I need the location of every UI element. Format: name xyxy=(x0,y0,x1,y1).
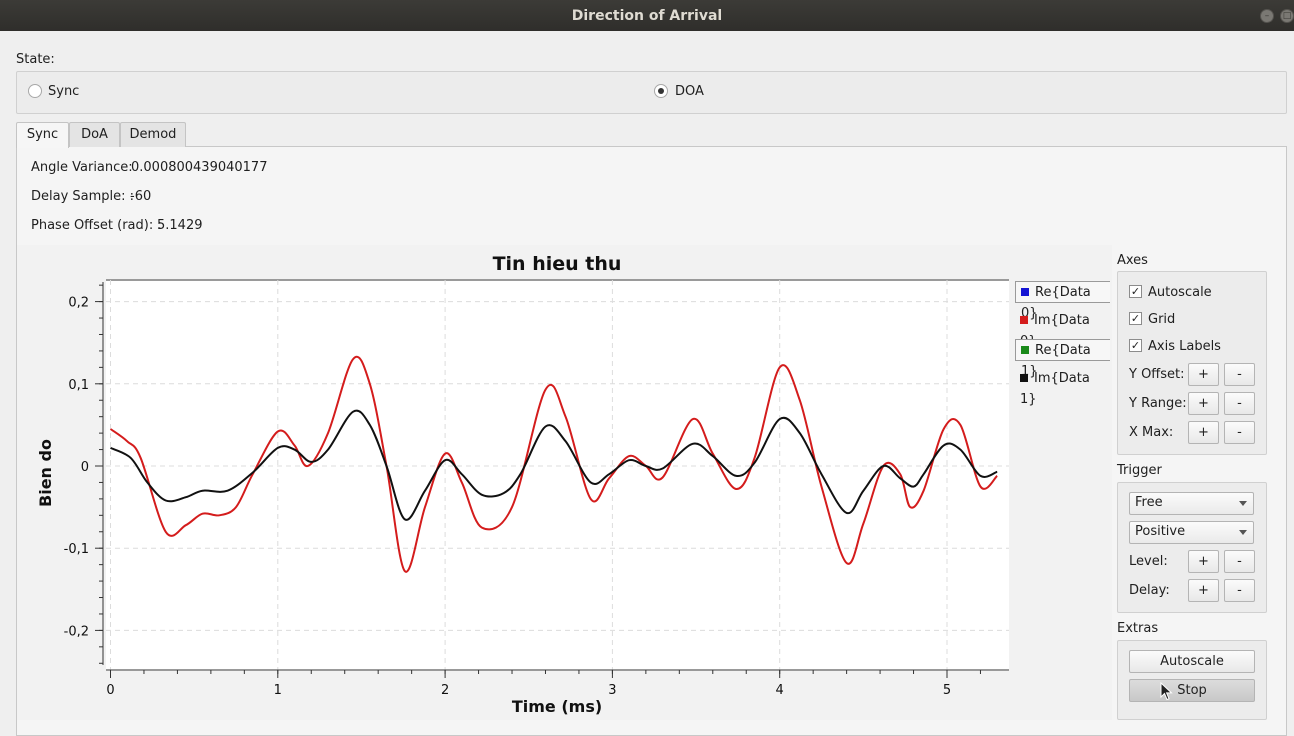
angle-variance-label: Angle Variance: xyxy=(31,160,133,175)
y-range-minus-button[interactable]: - xyxy=(1224,392,1255,415)
extras-panel-title: Extras xyxy=(1117,621,1159,636)
chevron-down-icon xyxy=(1239,501,1247,506)
x-tick-label: 1 xyxy=(274,683,282,698)
y-tick-label: 0,2 xyxy=(68,296,89,311)
trigger-slope-value: Positive xyxy=(1135,524,1186,539)
phase-offset-label: Phase Offset (rad): : xyxy=(31,218,162,233)
y-axis-label: Bien do xyxy=(36,439,55,507)
trigger-level-label: Level: xyxy=(1129,554,1168,569)
trigger-level-minus-button[interactable]: - xyxy=(1224,550,1255,573)
legend-swatch-re-data-0 xyxy=(1021,288,1029,296)
legend-item-im-data-1[interactable]: Im{Data 1} xyxy=(1015,368,1110,407)
axis-labels-checkbox[interactable]: ✓ xyxy=(1129,339,1142,352)
chevron-down-icon xyxy=(1239,530,1247,535)
minimize-icon[interactable]: – xyxy=(1260,9,1274,23)
legend-swatch-im-data-0 xyxy=(1020,316,1028,324)
x-tick-label: 3 xyxy=(608,683,616,698)
y-tick-label: 0,1 xyxy=(68,378,89,393)
trigger-delay-minus-button[interactable]: - xyxy=(1224,579,1255,602)
trigger-mode-value: Free xyxy=(1135,495,1163,510)
tab-sync[interactable]: Sync xyxy=(16,122,69,148)
delay-sample-label: Delay Sample: : xyxy=(31,189,135,204)
y-offset-label: Y Offset: xyxy=(1129,367,1185,382)
trigger-delay-plus-button[interactable]: + xyxy=(1188,579,1219,602)
x-max-plus-button[interactable]: + xyxy=(1188,421,1219,444)
stop-button[interactable]: Stop xyxy=(1129,679,1255,702)
axis-labels-checkbox-label[interactable]: Axis Labels xyxy=(1148,339,1221,354)
y-tick-label: -0,2 xyxy=(64,624,89,639)
x-tick-label: 4 xyxy=(776,683,784,698)
window-title: Direction of Arrival xyxy=(571,8,723,24)
legend-item-re-data-1[interactable]: Re{Data 1} xyxy=(1015,339,1110,379)
grid-checkbox[interactable]: ✓ xyxy=(1129,312,1142,325)
chart-title: Tin hieu thu xyxy=(493,253,622,275)
legend-item-re-data-0[interactable]: Re{Data 0} xyxy=(1015,281,1110,321)
sync-radio[interactable] xyxy=(28,84,42,98)
maximize-icon[interactable]: □ xyxy=(1280,9,1294,23)
trigger-delay-label: Delay: xyxy=(1129,583,1170,598)
y-range-label: Y Range: xyxy=(1129,396,1187,411)
x-max-minus-button[interactable]: - xyxy=(1224,421,1255,444)
trigger-slope-select[interactable]: Positive xyxy=(1129,521,1254,544)
angle-variance-value: 0.000800439040177 xyxy=(131,160,268,175)
legend-swatch-im-data-1 xyxy=(1020,374,1028,382)
y-offset-plus-button[interactable]: + xyxy=(1188,363,1219,386)
trigger-mode-select[interactable]: Free xyxy=(1129,492,1254,515)
trigger-panel-title: Trigger xyxy=(1117,463,1162,478)
x-tick-label: 5 xyxy=(943,683,951,698)
y-tick-label: 0 xyxy=(81,460,89,475)
y-offset-minus-button[interactable]: - xyxy=(1224,363,1255,386)
y-tick-label: -0,1 xyxy=(64,542,89,557)
chart-svg[interactable]: 0,2 0,1 0 -0,1 -0,2 0 1 2 3 4 5 Tin hieu thu Time… xyxy=(17,245,1112,720)
time-sink-plot[interactable]: 0,2 0,1 0 -0,1 -0,2 0 1 2 3 4 5 Tin hieu thu Time… xyxy=(17,245,1112,720)
state-label: State: xyxy=(16,52,55,67)
autoscale-checkbox-label[interactable]: Autoscale xyxy=(1148,285,1212,300)
autoscale-button[interactable]: Autoscale xyxy=(1129,650,1255,673)
doa-radio[interactable] xyxy=(654,84,668,98)
x-tick-label: 0 xyxy=(106,683,114,698)
phase-offset-value: 5.1429 xyxy=(157,218,203,233)
axes-panel-title: Axes xyxy=(1117,253,1148,268)
delay-sample-value: -60 xyxy=(130,189,152,204)
mouse-cursor-icon xyxy=(1160,682,1173,701)
sync-radio-label[interactable]: Sync xyxy=(48,84,79,99)
window-titlebar: Direction of Arrival xyxy=(0,0,1294,31)
x-max-label: X Max: xyxy=(1129,425,1174,440)
doa-radio-label[interactable]: DOA xyxy=(675,84,704,99)
legend-swatch-re-data-1 xyxy=(1021,346,1029,354)
y-range-plus-button[interactable]: + xyxy=(1188,392,1219,415)
legend-item-im-data-0[interactable]: Im{Data 0} xyxy=(1015,310,1110,349)
x-tick-label: 2 xyxy=(441,683,449,698)
state-groupbox xyxy=(16,71,1287,114)
autoscale-checkbox[interactable]: ✓ xyxy=(1129,285,1142,298)
grid-checkbox-label[interactable]: Grid xyxy=(1148,312,1175,327)
x-axis-label: Time (ms) xyxy=(512,697,602,716)
tab-doa[interactable]: DoA xyxy=(69,122,120,147)
tab-demod[interactable]: Demod xyxy=(120,122,186,147)
trigger-level-plus-button[interactable]: + xyxy=(1188,550,1219,573)
